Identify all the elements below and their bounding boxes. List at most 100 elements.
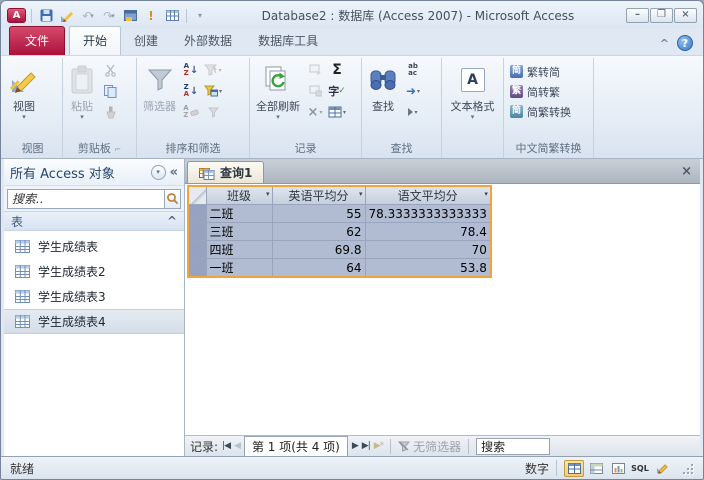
nav-item-table4[interactable]: 学生成绩表4 (4, 309, 184, 334)
restore-button[interactable]: ❐ (650, 8, 673, 23)
convert-chinese-button[interactable]: 简 简繁转换 (507, 102, 574, 121)
filter-button[interactable]: 筛选器 (140, 60, 179, 115)
text-format-a-icon: A (460, 68, 485, 92)
new-record-button[interactable]: ▶* (374, 441, 384, 451)
nav-item-table1[interactable]: 学生成绩表 (4, 234, 184, 259)
save-record-icon[interactable] (305, 81, 325, 101)
column-dropdown-icon[interactable]: ▾ (484, 190, 488, 198)
previous-record-button[interactable]: ◀ (234, 441, 241, 451)
sql-view-button[interactable]: SQL (630, 460, 650, 477)
design-view-button[interactable] (652, 460, 672, 477)
cell-chinese-avg[interactable]: 78.3333333333333 (364, 204, 492, 223)
search-icon[interactable] (164, 188, 181, 209)
nav-item-table3[interactable]: 学生成绩表3 (4, 284, 184, 309)
cell-chinese-avg[interactable]: 70 (364, 240, 492, 259)
row-selector[interactable] (187, 204, 207, 223)
row-selector[interactable] (187, 222, 207, 241)
tab-file[interactable]: 文件 (9, 26, 66, 55)
cell-class[interactable]: 一班 (205, 258, 273, 278)
cell-english-avg[interactable]: 62 (271, 222, 366, 241)
toggle-filter-icon[interactable] (203, 102, 223, 122)
sort-ascending-icon[interactable]: A Z ↓ (181, 60, 201, 80)
refresh-all-button[interactable]: 全部刷新 ▾ (253, 60, 303, 121)
tab-create[interactable]: 创建 (121, 27, 171, 55)
help-icon[interactable]: ? (677, 35, 693, 51)
section-collapse-icon[interactable]: ^ (167, 214, 177, 228)
tab-external-data[interactable]: 外部数据 (171, 27, 245, 55)
selection-filter-icon[interactable]: ▾ (203, 60, 223, 80)
collapse-ribbon-icon[interactable]: ^ (660, 37, 669, 50)
access-logo-icon[interactable]: A (7, 8, 26, 23)
pivotchart-view-button[interactable] (608, 460, 628, 477)
close-document-icon[interactable]: × (681, 164, 692, 179)
nav-pane-header[interactable]: 所有 Access 对象 ▾ « (4, 159, 184, 186)
select-all-cell[interactable] (187, 185, 207, 205)
delete-record-icon[interactable]: × ▾ (305, 102, 325, 122)
shutter-bar-close-icon[interactable]: « (170, 165, 178, 180)
spelling-icon[interactable]: 字 ✓ (327, 81, 347, 101)
nav-section-tables[interactable]: 表 ^ (4, 211, 184, 231)
cell-chinese-avg[interactable]: 53.8 (364, 258, 492, 278)
text-format-button[interactable]: A 文本格式 ▾ (448, 60, 498, 121)
find-button-label: 查找 (372, 100, 394, 113)
last-record-button[interactable]: ▶| (362, 441, 371, 451)
view-button[interactable]: 视图 ▾ (6, 60, 42, 121)
switch-window-icon[interactable] (121, 7, 139, 24)
row-selector[interactable] (187, 258, 207, 278)
record-position-box[interactable]: 第 1 项(共 4 项) (243, 435, 348, 457)
cell-chinese-avg[interactable]: 78.4 (364, 222, 492, 241)
no-filter-button[interactable]: 无筛选器 (398, 438, 461, 455)
goto-icon[interactable]: ➜ ▾ (403, 81, 423, 101)
nav-search-input[interactable] (7, 188, 164, 209)
record-search-input[interactable] (476, 437, 551, 455)
column-header-chinese-avg[interactable]: 语文平均分 ▾ (364, 185, 492, 205)
pivottable-view-button[interactable] (586, 460, 606, 477)
tab-database-tools[interactable]: 数据库工具 (245, 27, 331, 55)
cut-icon[interactable] (100, 60, 120, 80)
cell-class[interactable]: 二班 (205, 204, 273, 223)
minimize-button[interactable]: – (626, 8, 649, 23)
nav-item-table2[interactable]: 学生成绩表2 (4, 259, 184, 284)
design-view-icon[interactable] (58, 7, 76, 24)
nav-menu-dropdown-icon[interactable]: ▾ (150, 164, 166, 180)
new-record-icon[interactable] (305, 60, 325, 80)
totals-icon[interactable]: Σ (327, 60, 347, 80)
resize-grip[interactable] (680, 461, 694, 475)
sort-descending-icon[interactable]: Z A ↓ (181, 81, 201, 101)
column-header-class[interactable]: 班级 ▾ (205, 185, 273, 205)
advanced-filter-icon[interactable]: ▾ (203, 81, 223, 101)
find-button[interactable]: 查找 (365, 60, 401, 115)
column-dropdown-icon[interactable]: ▾ (266, 190, 270, 198)
select-icon[interactable]: ▾ (403, 102, 423, 122)
more-records-icon[interactable]: ▾ (327, 102, 347, 122)
close-button[interactable]: × (674, 8, 697, 23)
next-record-button[interactable]: ▶ (352, 441, 359, 451)
cell-class[interactable]: 四班 (205, 240, 273, 259)
tab-query1[interactable]: 查询1 (187, 161, 265, 183)
save-icon[interactable] (37, 7, 55, 24)
first-record-button[interactable]: |◀ (222, 441, 231, 451)
row-selector[interactable] (187, 240, 207, 259)
traditional-to-simplified-button[interactable]: 简 繁转简 (507, 62, 563, 81)
copy-icon[interactable] (100, 81, 120, 101)
cell-english-avg[interactable]: 69.8 (271, 240, 366, 259)
datasheet-view-button[interactable] (564, 459, 584, 477)
datasheet-icon[interactable] (163, 7, 181, 24)
format-painter-icon[interactable] (100, 102, 120, 122)
nav-item-label: 学生成绩表 (38, 240, 99, 254)
exclamation-icon[interactable]: ! (142, 7, 160, 24)
replace-icon[interactable]: ab ac (403, 60, 423, 80)
customize-qat-icon[interactable]: ▾ (192, 7, 210, 24)
column-dropdown-icon[interactable]: ▾ (359, 190, 363, 198)
paste-button[interactable]: 粘贴 ▾ (66, 60, 98, 121)
tab-home[interactable]: 开始 (69, 26, 122, 55)
column-header-english-avg[interactable]: 英语平均分 ▾ (271, 185, 366, 205)
dialog-launcher-icon[interactable]: ⌐ (114, 145, 121, 154)
remove-sort-icon[interactable]: AZ (181, 102, 201, 122)
simplified-to-traditional-button[interactable]: 繁 简转繁 (507, 82, 563, 101)
redo-icon[interactable]: ↷ ▾ (100, 7, 118, 24)
cell-class[interactable]: 三班 (205, 222, 273, 241)
cell-english-avg[interactable]: 55 (271, 204, 366, 223)
undo-icon[interactable]: ↶ ▾ (79, 7, 97, 24)
cell-english-avg[interactable]: 64 (271, 258, 366, 278)
